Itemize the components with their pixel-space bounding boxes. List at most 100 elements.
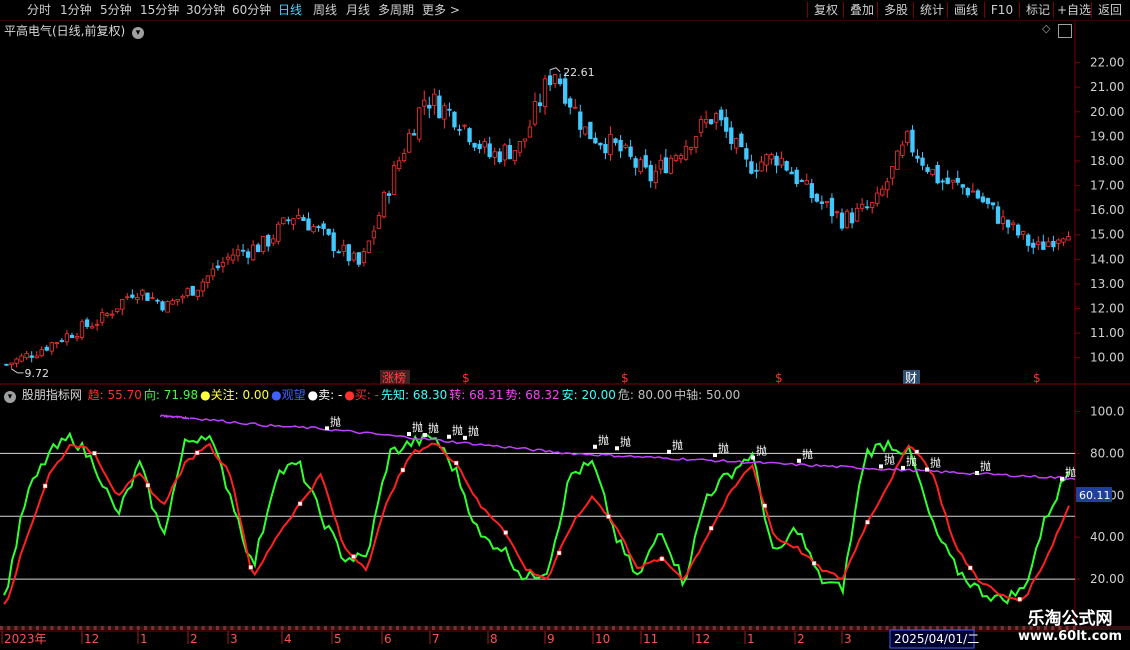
candle-body — [729, 127, 734, 144]
axis-tick — [381, 626, 385, 630]
candle-body — [834, 211, 840, 214]
sell-dot — [667, 449, 671, 454]
signal-square — [351, 554, 356, 559]
toolbar-action-2[interactable]: 多股 — [880, 1, 912, 19]
candle-body — [286, 219, 291, 222]
period-tab-9[interactable]: 多周期 — [378, 2, 414, 18]
candle-body — [1046, 241, 1051, 247]
candle-body — [900, 144, 905, 156]
period-tab-3[interactable]: 15分钟 — [140, 2, 179, 18]
toolbar-separator — [1053, 2, 1054, 18]
axis-tick — [590, 626, 594, 630]
axis-tick — [792, 626, 795, 630]
toolbar-action-4[interactable]: 画线 — [950, 1, 982, 19]
candle-body — [920, 157, 925, 166]
axis-tick — [907, 626, 911, 630]
axis-tick — [417, 626, 421, 630]
candle-body — [155, 299, 160, 302]
sell-dot — [751, 455, 755, 460]
axis-tick — [460, 626, 464, 630]
price-chart[interactable]: 22.00 21.00 20.00 19.00 18.00 17.00 16.00 15.00… — [0, 20, 1130, 385]
candle-body — [331, 232, 336, 252]
candle-body — [145, 292, 150, 301]
candle-body — [105, 313, 110, 316]
candle-body — [945, 177, 950, 184]
axis-tick — [453, 626, 457, 630]
period-tab-4[interactable]: 30分钟 — [186, 2, 225, 18]
axis-tick — [482, 626, 486, 630]
candle-body — [824, 201, 830, 204]
axis-tick — [554, 626, 558, 630]
candle-body — [79, 321, 85, 338]
axis-tick — [14, 626, 18, 630]
signal-square — [195, 450, 200, 456]
candle-body — [890, 166, 895, 179]
axis-tick — [194, 626, 198, 630]
toolbar-action-1[interactable]: 叠加 — [846, 1, 878, 19]
axis-tick — [403, 626, 407, 630]
candle-body — [970, 190, 976, 193]
period-tab-5[interactable]: 60分钟 — [232, 2, 271, 18]
candle-body — [955, 177, 960, 183]
candle-body — [477, 143, 482, 150]
candle-body — [1021, 231, 1026, 235]
toolbar-action-3[interactable]: 统计 — [916, 1, 948, 19]
candle-body — [271, 238, 276, 244]
candle-body — [678, 155, 684, 160]
candle-body — [925, 167, 930, 172]
indicator-tick-label: 80.00 — [1090, 446, 1124, 460]
axis-tick — [144, 626, 147, 630]
axis-tick — [439, 626, 443, 630]
axis-label: 1 — [140, 632, 148, 646]
watermark: 乐淘公式网 www.60lt.com — [1018, 604, 1122, 644]
candle-body — [457, 128, 462, 131]
period-tab-1[interactable]: 1分钟 — [60, 2, 92, 18]
candle-body — [542, 78, 548, 107]
candle-body — [985, 197, 991, 204]
axis-tick — [1008, 626, 1011, 630]
candle-body — [361, 251, 367, 264]
candle-body — [1036, 241, 1041, 245]
toolbar-action-5[interactable]: F10 — [987, 1, 1017, 19]
price-tick-label: 22.00 — [1090, 56, 1124, 70]
period-tab-8[interactable]: 月线 — [346, 2, 370, 18]
turn-line-head — [159, 414, 190, 420]
candle-body — [427, 104, 432, 109]
candle-body — [1061, 238, 1066, 243]
candle-body — [321, 223, 326, 229]
period-tab-2[interactable]: 5分钟 — [100, 2, 132, 18]
sell-marker: 抛 — [428, 421, 439, 435]
axis-tick — [28, 626, 32, 630]
candle-body — [502, 144, 507, 161]
signal-square — [606, 514, 611, 519]
toolbar-action-8[interactable]: 返回 — [1094, 1, 1126, 19]
axis-label: 1 — [747, 632, 755, 646]
price-tick-label: 15.00 — [1090, 228, 1124, 242]
indicator-chart[interactable]: 100.080.0060.0040.0020.00抛抛抛抛抛抛抛抛抛抛抛抛抛抛抛… — [0, 385, 1130, 630]
axis-tick — [151, 626, 155, 630]
axis-tick — [7, 626, 11, 630]
toolbar-action-7[interactable]: +自选 — [1056, 1, 1092, 19]
axis-tick — [763, 626, 767, 630]
axis-tick — [900, 626, 903, 630]
axis-label: 3 — [230, 632, 238, 646]
period-tab-6[interactable]: 日线 — [278, 2, 302, 18]
toolbar-action-6[interactable]: 标记 — [1022, 1, 1054, 19]
axis-tick — [518, 626, 522, 630]
period-tab-7[interactable]: 周线 — [313, 2, 337, 18]
candle-body — [668, 157, 674, 174]
axis-tick — [352, 626, 356, 630]
candle-body — [512, 150, 518, 162]
sell-dot — [797, 458, 801, 463]
period-tab-0[interactable]: 分时 — [27, 2, 51, 18]
sell-marker: 抛 — [756, 444, 767, 458]
indicator-tick-label: 100.0 — [1090, 404, 1124, 418]
candle-body — [376, 215, 382, 229]
candle-body — [371, 230, 377, 239]
axis-tick — [360, 626, 363, 630]
axis-tick — [496, 626, 500, 630]
toolbar-action-0[interactable]: 复权 — [810, 1, 842, 19]
period-tab-10[interactable]: 更多 > — [422, 2, 460, 18]
candle-body — [749, 161, 754, 174]
candle-body — [1051, 240, 1056, 248]
